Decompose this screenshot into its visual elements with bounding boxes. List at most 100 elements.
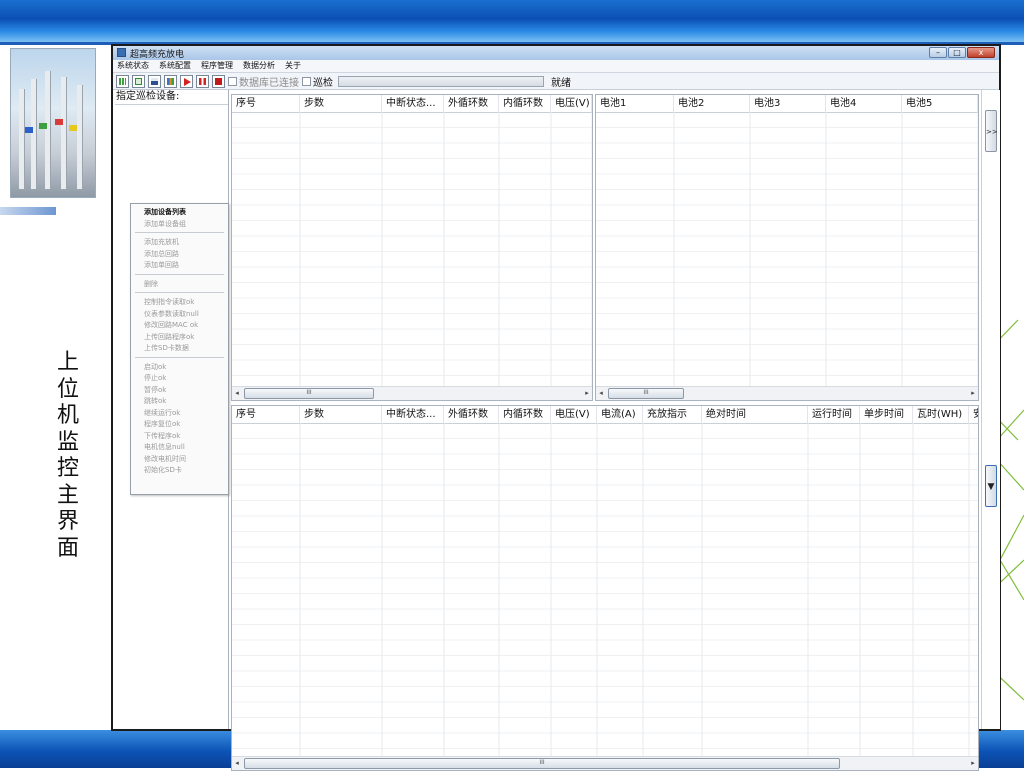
status-text: 就绪	[551, 77, 571, 89]
device-context-menu: 添加设备列表 添加单设备组 添加充放机添加总回路 添加单回路删除控制指令读取ok 仪表参…	[130, 203, 229, 495]
context-menu-item[interactable]: 删除	[144, 279, 158, 289]
db-connected-label: 数据库已连接	[239, 77, 299, 89]
column-header[interactable]: 充放指示	[643, 406, 702, 423]
scroll-left-icon[interactable]: ◂	[596, 388, 606, 398]
column-header[interactable]: 电池1	[596, 95, 674, 112]
column-header[interactable]: 电池5	[902, 95, 978, 112]
context-menu-item[interactable]: 程序复位ok	[144, 419, 180, 429]
menu-about[interactable]: 关于	[285, 60, 301, 72]
grid-header: 电池1 电池2 电池3 电池4 电池5	[596, 95, 978, 113]
context-menu-item[interactable]: 初始化SD卡	[144, 465, 182, 475]
device-panel-title: 指定巡检设备:	[115, 90, 228, 105]
menu-program-manage[interactable]: 程序管理	[201, 60, 233, 72]
column-header[interactable]: 单步时间	[860, 406, 913, 423]
column-header[interactable]: 电压(V)	[551, 406, 597, 423]
scroll-left-icon[interactable]: ◂	[232, 388, 242, 398]
horizontal-scrollbar[interactable]: ◂ III ▸	[232, 386, 592, 400]
stop-button[interactable]	[212, 74, 225, 88]
context-menu-item[interactable]: 修改电机时间	[144, 454, 186, 464]
patrol-checkbox[interactable]: 巡检	[302, 74, 333, 89]
context-menu-item[interactable]: 停止ok	[144, 373, 166, 383]
column-header[interactable]: 步数	[300, 406, 382, 423]
save-button[interactable]	[148, 74, 161, 88]
db-connected-checkbox[interactable]: 数据库已连接	[228, 74, 299, 89]
grid-header: 序号 步数 中断状态... 外循环数 内循环数 电压(V) 电流(A) 充放指示 绝对时间 运行时…	[232, 406, 978, 424]
scroll-right-icon[interactable]: ▸	[968, 388, 978, 398]
menu-separator	[135, 356, 224, 358]
save-icon	[151, 77, 158, 85]
horizontal-scrollbar[interactable]: ◂ III ▸	[596, 386, 978, 400]
column-header[interactable]: 中断状态...	[382, 406, 444, 423]
scroll-left-icon[interactable]: ◂	[232, 758, 242, 768]
select-button[interactable]	[132, 74, 145, 88]
menu-system-config[interactable]: 系统配置	[159, 60, 191, 72]
maximize-button[interactable]: □	[948, 47, 966, 58]
context-menu-item[interactable]: 添加充放机	[144, 237, 179, 247]
window-title: 超高频充放电	[130, 50, 185, 60]
menu-bar: 系统状态 系统配置 程序管理 数据分析 关于	[113, 60, 999, 73]
scroll-thumb[interactable]: III	[244, 388, 374, 399]
context-menu-item[interactable]: 电机信息null	[144, 442, 185, 452]
column-header[interactable]: 绝对时间	[702, 406, 808, 423]
context-menu-item[interactable]: 添加单设备组	[144, 219, 186, 229]
slide-header-bar	[0, 0, 1024, 42]
device-panel: 指定巡检设备: 添加设备列表 添加单设备组 添加充放机添加总回路 添加单回路删除控制指…	[115, 90, 229, 729]
context-menu-item[interactable]: 上传SD卡数据	[144, 343, 189, 353]
column-header[interactable]: 瓦时(WH)	[913, 406, 969, 423]
column-header[interactable]: 内循环数	[499, 406, 551, 423]
scroll-right-icon[interactable]: ▸	[582, 388, 592, 398]
close-button[interactable]: x	[967, 47, 995, 58]
scroll-thumb[interactable]: III	[608, 388, 684, 399]
play-icon	[184, 77, 191, 86]
context-menu-item[interactable]: 添加总回路	[144, 249, 179, 259]
column-header[interactable]: 内循环数	[499, 95, 551, 112]
column-header[interactable]: 步数	[300, 95, 382, 112]
progress-bar	[338, 75, 544, 87]
menu-data-analysis[interactable]: 数据分析	[243, 60, 275, 72]
context-menu-item[interactable]: 上传回路程序ok	[144, 332, 194, 342]
grid-icon	[119, 77, 126, 85]
column-header[interactable]: 运行时间	[808, 406, 860, 423]
expand-button[interactable]: >>	[985, 110, 998, 152]
scroll-thumb[interactable]: III	[244, 758, 840, 769]
menu-system-status[interactable]: 系统状态	[117, 60, 149, 72]
grid-button[interactable]	[116, 74, 129, 88]
chart-button[interactable]	[164, 74, 177, 88]
title-bar: 超高频充放电 – □ x	[113, 46, 999, 60]
column-header[interactable]: 电池2	[674, 95, 750, 112]
right-side-strip: >> ▼	[981, 90, 1000, 729]
column-header[interactable]: 序号	[232, 406, 300, 423]
loop-data-grid: 序号 步数 中断状态... 外循环数 内循环数 电压(V) ◂ III ▸	[231, 94, 593, 401]
context-menu-item[interactable]: 跳转ok	[144, 396, 166, 406]
step-data-grid: 序号 步数 中断状态... 外循环数 内循环数 电压(V) 电流(A) 充放指示 绝对时间 运行时…	[231, 405, 979, 771]
play-button[interactable]	[180, 74, 193, 88]
scroll-right-icon[interactable]: ▸	[968, 758, 978, 768]
column-header[interactable]: 外循环数	[444, 406, 499, 423]
column-header[interactable]: 外循环数	[444, 95, 499, 112]
chart-icon	[167, 77, 174, 85]
column-header[interactable]: 中断状态...	[382, 95, 444, 112]
context-menu-item[interactable]: 启动ok	[144, 362, 166, 372]
column-header[interactable]: 序号	[232, 95, 300, 112]
pause-icon	[199, 77, 206, 85]
context-menu-item[interactable]: 添加单回路	[144, 260, 179, 270]
column-header[interactable]: 电池3	[750, 95, 826, 112]
context-menu-item[interactable]: 下传程序ok	[144, 431, 180, 441]
column-header[interactable]: 电池4	[826, 95, 902, 112]
stop-icon	[215, 77, 222, 85]
column-header[interactable]: 安	[969, 406, 978, 423]
column-header[interactable]: 电压(V)	[551, 95, 592, 112]
context-menu-item[interactable]: 继续运行ok	[144, 408, 180, 418]
column-header[interactable]: 电流(A)	[597, 406, 643, 423]
context-menu-item[interactable]: 控制指令读取ok	[144, 297, 194, 307]
minimize-button[interactable]: –	[929, 47, 947, 58]
menu-separator	[135, 232, 224, 233]
dropdown-button[interactable]: ▼	[985, 465, 997, 507]
context-menu-item[interactable]: 添加设备列表	[144, 207, 186, 217]
building-photo	[10, 48, 96, 198]
context-menu-item[interactable]: 仪表参数读取null	[144, 309, 199, 319]
pause-button[interactable]	[196, 74, 209, 88]
context-menu-item[interactable]: 暂停ok	[144, 385, 166, 395]
main-content: 指定巡检设备: 添加设备列表 添加单设备组 添加充放机添加总回路 添加单回路删除控制指…	[113, 90, 1000, 771]
context-menu-item[interactable]: 修改回路MAC ok	[144, 320, 198, 330]
